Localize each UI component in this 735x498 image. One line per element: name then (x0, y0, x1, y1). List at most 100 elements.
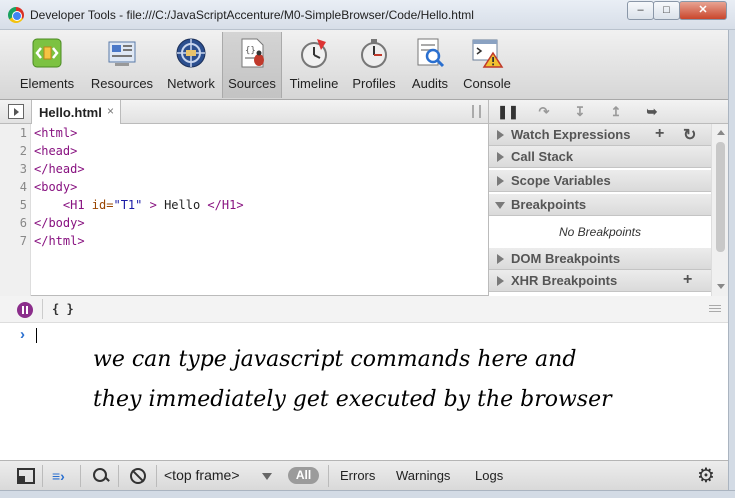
scroll-up-icon[interactable] (717, 130, 725, 135)
line-number[interactable]: 4 (0, 180, 27, 194)
add-icon[interactable]: + (655, 125, 664, 143)
close-icon[interactable]: × (107, 104, 114, 118)
code-line[interactable]: <html> (34, 126, 77, 140)
status-bar: ≡› <top frame> All Errors Warnings Logs … (0, 460, 728, 490)
pane-label: Call Stack (511, 149, 574, 164)
tab-label: Sources (228, 76, 276, 91)
divider (328, 465, 329, 487)
tab-network[interactable]: Network (164, 32, 218, 98)
filter-errors[interactable]: Errors (340, 468, 375, 483)
step-out-icon[interactable]: ↥ (603, 103, 629, 121)
resize-grip-icon[interactable] (709, 305, 721, 312)
chrome-icon (8, 7, 24, 23)
pane-label: Scope Variables (511, 173, 611, 188)
search-icon[interactable] (93, 468, 111, 484)
line-number[interactable]: 5 (0, 198, 27, 212)
frame-selector[interactable]: <top frame> (164, 467, 240, 483)
sources-tab-bar: Hello.html × (0, 100, 488, 124)
line-number[interactable]: 7 (0, 234, 27, 248)
code-line[interactable]: </html> (34, 234, 85, 248)
tab-timeline[interactable]: Timeline (286, 32, 342, 98)
breakpoints-empty: No Breakpoints (558, 225, 642, 239)
tab-label: Audits (411, 76, 449, 91)
divider (42, 299, 43, 319)
pane-scope-variables[interactable]: Scope Variables (489, 170, 711, 192)
divider (156, 465, 157, 487)
tab-label: Timeline (289, 76, 339, 91)
code-line[interactable]: <head> (34, 144, 77, 158)
filter-logs[interactable]: Logs (475, 468, 503, 483)
code-tag: <H1 (34, 198, 92, 212)
console-area[interactable]: › we can type javascript commands here a… (0, 323, 728, 460)
show-console-icon[interactable]: ≡› (52, 468, 70, 484)
window-frame-right (728, 30, 735, 498)
code-line[interactable]: <body> (34, 180, 77, 194)
divider (80, 465, 81, 487)
filter-warnings[interactable]: Warnings (396, 468, 450, 483)
pane-call-stack[interactable]: Call Stack (489, 146, 711, 168)
close-window-button[interactable]: ✕ (679, 1, 727, 20)
pane-breakpoints[interactable]: Breakpoints (489, 194, 711, 216)
timeline-icon (301, 39, 327, 68)
show-navigator-icon[interactable] (8, 104, 24, 119)
refresh-icon[interactable]: ↻ (683, 125, 696, 145)
console-input-caret[interactable] (36, 328, 37, 343)
maximize-button[interactable]: □ (653, 1, 680, 20)
step-into-icon[interactable]: ↧ (567, 103, 593, 121)
code-line[interactable]: </head> (34, 162, 85, 176)
scroll-down-icon[interactable] (717, 284, 725, 289)
code-text: Hello (156, 198, 208, 212)
network-icon (176, 38, 206, 68)
clear-console-icon[interactable] (130, 468, 146, 484)
line-number[interactable]: 3 (0, 162, 27, 176)
expand-arrow-icon (497, 254, 504, 264)
add-icon[interactable]: + (683, 271, 692, 289)
pause-exceptions-icon[interactable] (17, 302, 33, 318)
console-header: { } (0, 296, 728, 323)
pane-watch-expressions[interactable]: Watch Expressions + ↻ (489, 124, 711, 146)
title-bar: Developer Tools - file:///C:/JavaScriptA… (0, 0, 735, 30)
annotation-line: we can type javascript commands here and (93, 347, 577, 372)
code-line[interactable]: </body> (34, 216, 85, 230)
tab-resources[interactable]: Resources (88, 32, 156, 98)
code-attribute: id= (91, 198, 114, 212)
collapse-arrow-icon (495, 202, 505, 209)
line-number[interactable]: 2 (0, 144, 27, 158)
deactivate-breakpoints-icon[interactable]: ➥ (639, 103, 665, 121)
pane-xhr-breakpoints[interactable]: XHR Breakpoints + (489, 270, 711, 292)
tab-sources[interactable]: {} Sources (222, 32, 282, 98)
gear-icon[interactable]: ⚙ (697, 466, 715, 486)
tab-label: Network (167, 76, 215, 91)
dock-icon[interactable] (17, 468, 35, 484)
code-line[interactable]: <H1 id="T1" > Hello </H1> (34, 198, 244, 212)
pane-label: DOM Breakpoints (511, 251, 621, 266)
svg-text:{}: {} (245, 46, 256, 56)
code-tag: </H1> (207, 198, 244, 212)
tab-profiles[interactable]: Profiles (348, 32, 400, 98)
line-number[interactable]: 6 (0, 216, 27, 230)
tab-console[interactable]: Console (458, 32, 516, 98)
tab-elements[interactable]: Elements (16, 32, 78, 98)
pretty-print-button[interactable]: { } (52, 302, 74, 316)
window-frame-bottom (0, 490, 735, 498)
console-prompt-icon: › (20, 326, 25, 343)
code-editor[interactable]: 1 2 3 4 5 6 7 <html> <head> </head> <bod… (0, 124, 488, 296)
pause-icon[interactable]: ❚❚ (495, 103, 521, 121)
tab-hello-html[interactable]: Hello.html × (31, 100, 121, 124)
scroll-thumb[interactable] (716, 142, 725, 252)
audits-icon (417, 38, 445, 68)
minimize-button[interactable]: – (627, 1, 654, 20)
step-over-icon[interactable]: ↷ (531, 103, 557, 121)
sidebar-scrollbar[interactable] (711, 124, 729, 296)
tab-audits[interactable]: Audits (406, 32, 454, 98)
line-number[interactable]: 1 (0, 126, 27, 140)
elements-icon (32, 38, 62, 68)
pane-dom-breakpoints[interactable]: DOM Breakpoints (489, 248, 711, 270)
annotation-line: they immediately get executed by the bro… (93, 387, 612, 412)
pause-on-exceptions-icon[interactable] (472, 105, 481, 118)
expand-arrow-icon (497, 152, 504, 162)
chevron-down-icon[interactable] (262, 473, 272, 480)
resources-icon (108, 41, 136, 66)
filter-all[interactable]: All (288, 467, 319, 484)
pane-label: XHR Breakpoints (511, 273, 618, 288)
